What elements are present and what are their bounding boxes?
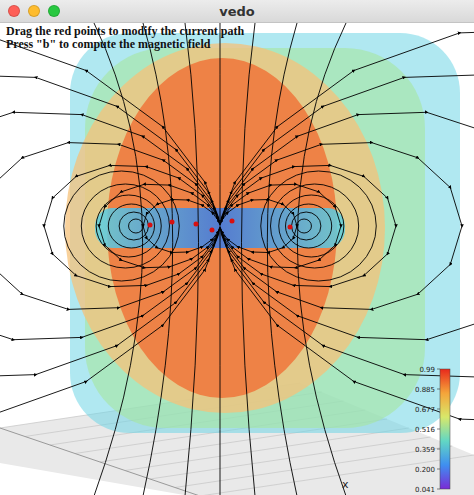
control-point[interactable] [148,223,153,228]
control-points[interactable] [148,219,293,233]
control-point[interactable] [230,219,235,224]
colorbar-tick: 0.885 [415,386,435,394]
field-lines [0,23,474,495]
close-button[interactable] [8,5,20,17]
colorbar: 0.99 0.885 0.677 0.516 0.359 0.200 0.041 [415,366,450,494]
control-point[interactable] [194,222,199,227]
instructions: Drag the red points to modify the curren… [6,25,244,51]
instruction-line: Drag the red points to modify the curren… [6,25,244,38]
colorbar-tick: 0.200 [415,466,435,474]
title-bar: vedo [0,0,474,23]
window-controls [0,5,80,17]
window-title: vedo [80,4,394,19]
control-point[interactable] [170,220,175,225]
field-visualization[interactable]: x 0.99 0.885 0.677 0.516 0.359 0.200 0.041 [0,23,474,495]
render-canvas[interactable]: Drag the red points to modify the curren… [0,23,474,495]
minimize-button[interactable] [28,5,40,17]
colorbar-tick: 0.99 [419,366,435,374]
colorbar-tick: 0.359 [415,446,435,454]
app-window: vedo Drag the red points to modify the cu… [0,0,474,495]
colorbar-tick: 0.516 [415,426,436,434]
zoom-button[interactable] [48,5,60,17]
instruction-line: Press "b" to compute the magnetic field [6,38,244,51]
axis-label: x [342,478,349,491]
colorbar-tick: 0.677 [415,406,435,414]
colorbar-tick: 0.041 [415,486,435,494]
control-point[interactable] [210,228,215,233]
control-point[interactable] [288,225,293,230]
